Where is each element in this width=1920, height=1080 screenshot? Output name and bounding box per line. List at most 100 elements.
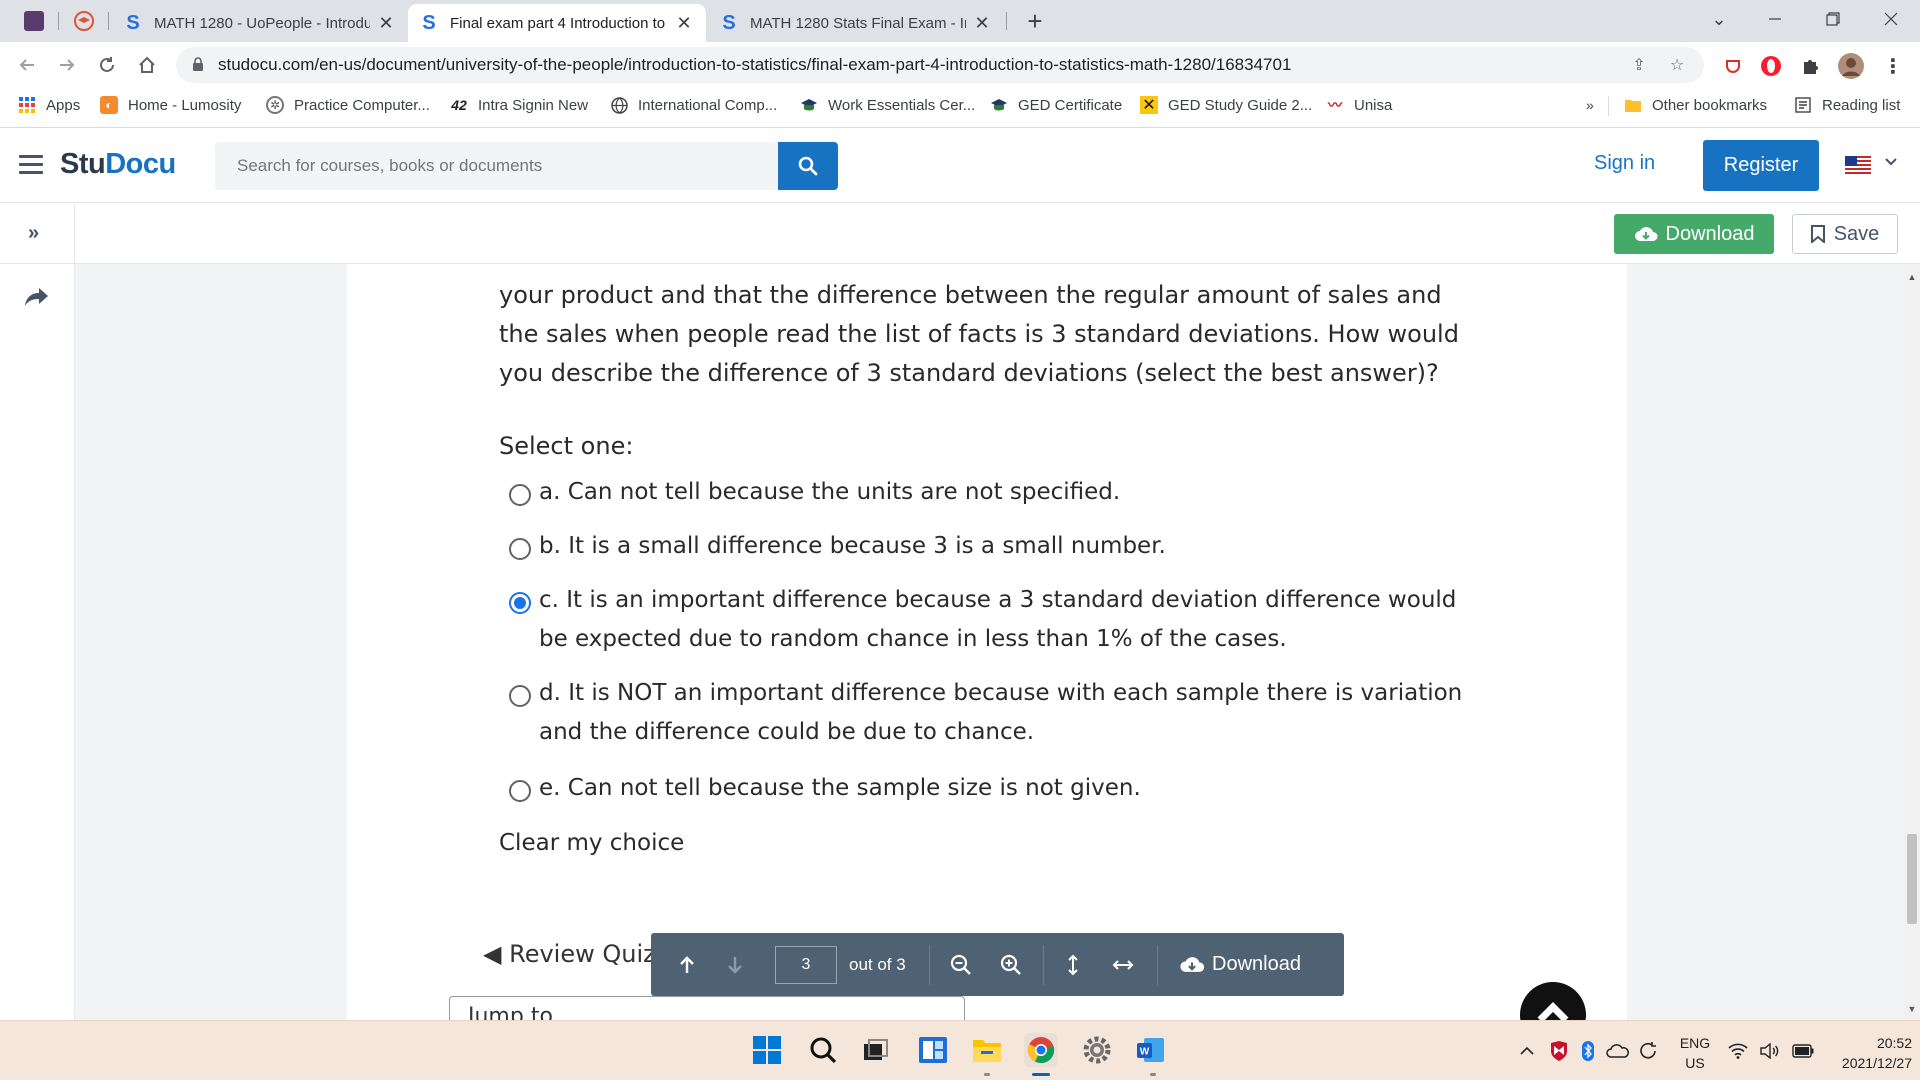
logo-docu-text: Docu — [105, 148, 176, 180]
sign-in-link[interactable]: Sign in — [1594, 152, 1655, 175]
clear-my-choice-link[interactable]: Clear my choice — [499, 830, 684, 856]
reload-icon — [100, 57, 114, 72]
option-b[interactable]: b. It is a small difference because 3 is… — [509, 527, 1489, 566]
new-tab-button[interactable]: + — [1020, 6, 1050, 36]
close-tab-icon[interactable]: ✕ — [972, 13, 992, 34]
address-bar[interactable]: studocu.com/en-us/document/university-of… — [176, 47, 1704, 83]
bookmarks-overflow-button[interactable]: » — [1586, 88, 1594, 122]
task-view-icon[interactable] — [858, 1033, 892, 1067]
home-button[interactable] — [132, 50, 162, 80]
option-a[interactable]: a. Can not tell because the units are no… — [509, 473, 1489, 512]
bookmark-ged-certificate[interactable]: GED Certificate — [990, 88, 1122, 122]
chrome-taskbar-icon[interactable] — [1024, 1033, 1058, 1067]
tab-final-exam-part-4[interactable]: S Final exam part 4 Introduction to ✕ — [408, 4, 706, 42]
bookmark-unisa[interactable]: 〰 Unisa — [1326, 88, 1392, 122]
option-e[interactable]: e. Can not tell because the sample size … — [509, 769, 1489, 808]
search-button[interactable] — [778, 142, 838, 190]
show-hidden-icons[interactable] — [1520, 1021, 1534, 1080]
settings-gear-icon[interactable] — [1080, 1033, 1114, 1067]
download-button[interactable]: Download — [1614, 214, 1774, 254]
bookmark-international-comp[interactable]: International Comp... — [610, 88, 777, 122]
fit-width-icon[interactable] — [1107, 933, 1139, 996]
bookmark-work-essentials[interactable]: Work Essentials Cer... — [800, 88, 975, 122]
language-chevron-down-icon[interactable] — [1885, 154, 1897, 170]
close-tab-icon[interactable]: ✕ — [674, 13, 694, 34]
sync-status-icon[interactable] — [1638, 1021, 1658, 1080]
minimize-window-button[interactable] — [1746, 0, 1804, 38]
zoom-in-icon[interactable] — [995, 933, 1027, 996]
expand-sidebar-icon[interactable]: » — [28, 222, 39, 245]
browser-menu-icon[interactable]: ⋮ — [1880, 53, 1906, 79]
next-page-arrow-icon[interactable] — [719, 933, 751, 996]
battery-icon[interactable] — [1792, 1021, 1814, 1080]
back-arrow-icon — [19, 59, 34, 71]
tab-math1280-stats-final[interactable]: S MATH 1280 Stats Final Exam - Inf ✕ — [708, 4, 1004, 42]
option-e-radio[interactable] — [509, 780, 531, 802]
scrollbar-thumb[interactable] — [1907, 834, 1917, 924]
forward-button[interactable] — [52, 50, 82, 80]
extensions-puzzle-icon[interactable] — [1797, 53, 1823, 79]
windows-start-icon[interactable] — [750, 1033, 784, 1067]
pinned-tab-2[interactable] — [70, 8, 98, 34]
jump-to-select[interactable]: Jump to... ⌄ — [449, 996, 965, 1020]
page-number-input[interactable]: 3 — [775, 946, 837, 984]
chevron-down-icon: ⌄ — [935, 1003, 950, 1020]
option-b-radio[interactable] — [509, 538, 531, 560]
register-button[interactable]: Register — [1703, 140, 1819, 191]
bookmark-star-icon[interactable]: ☆ — [1666, 55, 1688, 75]
studocu-favicon-icon: S — [722, 11, 736, 34]
option-d-radio[interactable] — [509, 685, 531, 707]
bookmark-other-bookmarks[interactable]: Other bookmarks — [1624, 88, 1767, 122]
review-quiz-link[interactable]: ◀ Review Quiz — [483, 940, 656, 968]
us-flag-icon[interactable] — [1845, 156, 1871, 174]
system-clock[interactable]: 20:52 2021/12/27 — [1820, 1033, 1912, 1073]
back-button[interactable] — [12, 50, 42, 80]
option-c-radio[interactable] — [509, 592, 531, 614]
hamburger-menu-icon[interactable] — [19, 155, 43, 175]
vertical-scrollbar[interactable]: ▲ ▼ — [1904, 264, 1920, 1020]
option-c[interactable]: c. It is an important difference because… — [509, 581, 1489, 659]
close-window-button[interactable] — [1862, 0, 1920, 38]
reload-button[interactable] — [92, 50, 122, 80]
option-a-radio[interactable] — [509, 484, 531, 506]
opera-extension-icon[interactable] — [1758, 53, 1784, 79]
scroll-up-arrow-icon[interactable]: ▲ — [1904, 272, 1920, 282]
viewer-download-button[interactable]: Download — [1179, 933, 1301, 996]
input-language-indicator[interactable]: ENG US — [1678, 1033, 1712, 1073]
restore-window-button[interactable] — [1804, 0, 1862, 38]
bookmark-intra-signin[interactable]: 42 Intra Signin New — [450, 88, 588, 122]
scroll-down-arrow-icon[interactable]: ▼ — [1904, 1004, 1920, 1014]
profile-avatar[interactable] — [1838, 53, 1864, 79]
widgets-icon[interactable] — [916, 1033, 950, 1067]
word-icon[interactable]: W — [1134, 1033, 1168, 1067]
fit-height-icon[interactable] — [1057, 933, 1089, 996]
volume-icon[interactable] — [1760, 1021, 1780, 1080]
studocu-logo[interactable]: StuDocu — [60, 148, 176, 181]
save-button[interactable]: Save — [1792, 214, 1898, 254]
search-input[interactable] — [215, 142, 778, 190]
bluetooth-icon[interactable] — [1582, 1021, 1594, 1080]
mcafee-shield-icon[interactable] — [1550, 1021, 1568, 1080]
tab-math1280-uopeople[interactable]: S MATH 1280 - UoPeople - Introdu ✕ — [112, 4, 408, 42]
studocu-favicon-icon: S — [422, 11, 436, 34]
option-label: a. Can not tell because the units are no… — [539, 479, 1121, 505]
pinned-tab-1[interactable] — [20, 8, 48, 34]
wifi-icon[interactable] — [1728, 1021, 1748, 1080]
taskbar-search-icon[interactable] — [806, 1033, 840, 1067]
option-d[interactable]: d. It is NOT an important difference bec… — [509, 674, 1489, 752]
share-arrow-icon[interactable] — [24, 286, 50, 308]
reading-list-button[interactable]: Reading list — [1794, 88, 1900, 122]
forward-arrow-icon — [60, 59, 75, 71]
share-page-icon[interactable]: ⇪ — [1628, 55, 1650, 75]
previous-page-arrow-icon[interactable] — [671, 933, 703, 996]
zoom-out-icon[interactable] — [945, 933, 977, 996]
close-tab-icon[interactable]: ✕ — [376, 13, 396, 34]
file-explorer-icon[interactable] — [970, 1033, 1004, 1067]
extension-shield-icon[interactable] — [1720, 53, 1746, 79]
onedrive-cloud-icon[interactable] — [1606, 1021, 1630, 1080]
tab-search-chevron-icon[interactable]: ⌄ — [1690, 0, 1748, 38]
bookmark-practice-computer[interactable]: ✲ Practice Computer... — [266, 88, 430, 122]
bookmark-lumosity[interactable]: ◐ Home - Lumosity — [100, 88, 241, 122]
bookmark-ged-study-guide[interactable]: ✕ GED Study Guide 2... — [1140, 88, 1312, 122]
bookmark-apps[interactable]: Apps — [18, 88, 80, 122]
